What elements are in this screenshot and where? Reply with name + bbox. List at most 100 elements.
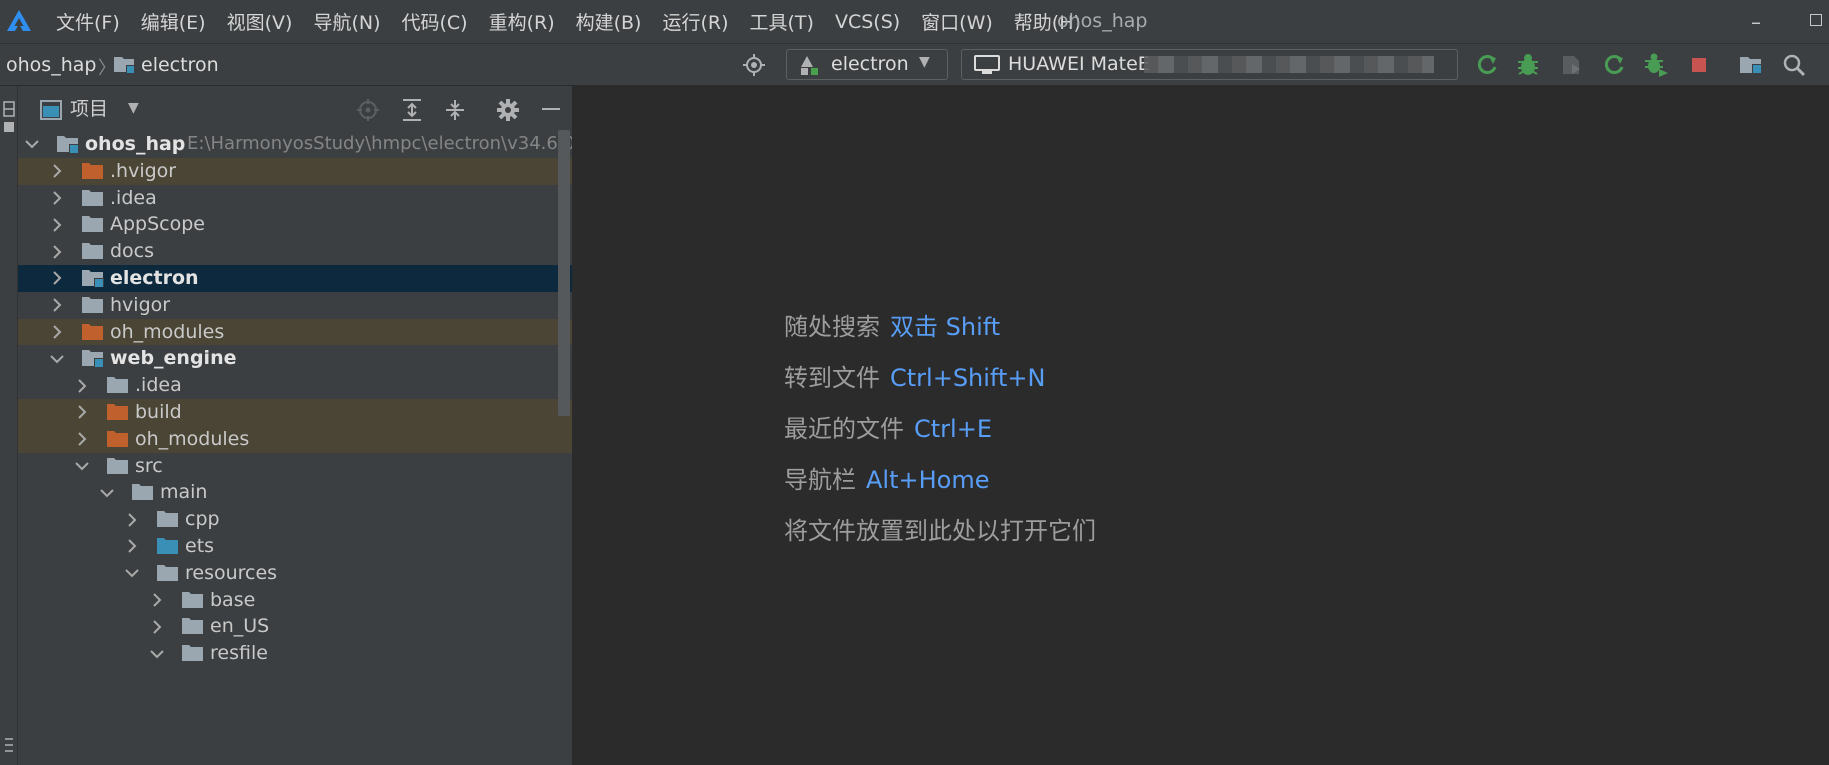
menu-item[interactable]: VCS(S) bbox=[835, 11, 900, 33]
rerun-icon[interactable] bbox=[1474, 52, 1500, 78]
tree-item-docs[interactable]: docs bbox=[18, 238, 572, 265]
tree-item-path: E:\HarmonyosStudy\hmpc\electron\v34.6.0-… bbox=[187, 133, 573, 154]
menu-item[interactable]: 构建(B) bbox=[576, 8, 642, 35]
chevron-down-icon[interactable] bbox=[124, 560, 140, 587]
attach-debugger-icon[interactable] bbox=[1643, 52, 1669, 78]
stop-icon[interactable] bbox=[1686, 52, 1712, 78]
tree-item-label: .idea bbox=[135, 374, 182, 397]
editor-hint: 最近的文件 Ctrl+E bbox=[784, 409, 992, 444]
chevron-down-icon[interactable] bbox=[99, 479, 115, 506]
chevron-down-icon[interactable] bbox=[149, 640, 165, 667]
tree-item-electron[interactable]: electron bbox=[18, 265, 572, 292]
chevron-right-icon[interactable] bbox=[124, 533, 140, 560]
debug-icon[interactable] bbox=[1515, 52, 1541, 78]
structure-tool-window-icon[interactable] bbox=[2, 736, 16, 762]
chevron-right-icon[interactable] bbox=[149, 587, 165, 614]
tree-item-resfile[interactable]: resfile bbox=[18, 640, 572, 667]
menu-item[interactable]: 重构(R) bbox=[489, 8, 555, 35]
tree-item-ohos-hap[interactable]: ohos_hap E:\HarmonyosStudy\hmpc\electron\… bbox=[18, 131, 573, 158]
folder-icon bbox=[181, 644, 204, 662]
menu-item[interactable]: 导航(N) bbox=[313, 8, 380, 35]
tree-item-hvigor[interactable]: hvigor bbox=[18, 292, 572, 319]
tree-item-label: hvigor bbox=[110, 293, 171, 316]
tree-item-base[interactable]: base bbox=[18, 587, 572, 614]
tree-item-label: ets bbox=[185, 535, 215, 557]
tree-item-cpp[interactable]: cpp bbox=[18, 506, 572, 533]
editor-hint: 随处搜索 双击 Shift bbox=[784, 307, 1000, 342]
source-folder-icon bbox=[156, 537, 179, 555]
device-select[interactable]: HUAWEI MateE bbox=[961, 49, 1458, 80]
project-tree: ohos_hap E:\HarmonyosStudy\hmpc\electron\… bbox=[18, 131, 573, 765]
chevron-down-icon[interactable] bbox=[24, 131, 40, 158]
run-config-select[interactable]: electron ▼ bbox=[786, 49, 948, 80]
select-opened-file-icon[interactable] bbox=[356, 98, 380, 122]
project-structure-icon[interactable] bbox=[1738, 52, 1764, 78]
restore-icon[interactable] bbox=[1810, 14, 1822, 26]
tree-item-main[interactable]: main bbox=[18, 479, 572, 506]
menu-item[interactable]: 代码(C) bbox=[401, 8, 467, 35]
chevron-right-icon[interactable] bbox=[49, 319, 65, 346]
view-dropdown-icon[interactable]: ▼ bbox=[128, 100, 139, 116]
chevron-right-icon[interactable] bbox=[74, 372, 90, 399]
tree-item-appscope[interactable]: AppScope bbox=[18, 211, 572, 238]
hide-panel-icon[interactable] bbox=[542, 108, 560, 110]
editor-empty-area[interactable]: 随处搜索 双击 Shift 转到文件 Ctrl+Shift+N 最近的文件 Ctrl+E 导… bbox=[573, 86, 1829, 765]
tree-item-label: electron bbox=[110, 267, 199, 289]
profile-icon[interactable] bbox=[1558, 52, 1584, 78]
menu-item[interactable]: 工具(T) bbox=[750, 8, 814, 35]
project-view-title[interactable]: 项目 bbox=[70, 86, 108, 133]
tree-item-build[interactable]: build bbox=[18, 399, 572, 426]
menu-item[interactable]: 文件(F) bbox=[56, 8, 120, 35]
chevron-right-icon[interactable] bbox=[49, 238, 65, 265]
menu-item[interactable]: 运行(R) bbox=[662, 8, 728, 35]
tree-item-idea[interactable]: .idea bbox=[18, 185, 572, 212]
tree-item-label: oh_modules bbox=[110, 320, 225, 343]
menu-item[interactable]: 窗口(W) bbox=[921, 8, 993, 35]
search-icon[interactable] bbox=[1781, 52, 1807, 78]
tree-item-label: .idea bbox=[110, 186, 157, 209]
chevron-right-icon[interactable] bbox=[124, 506, 140, 533]
excluded-folder-icon bbox=[106, 403, 129, 421]
gear-icon[interactable] bbox=[496, 98, 520, 122]
expand-all-icon[interactable] bbox=[400, 98, 424, 122]
excluded-folder-icon bbox=[81, 323, 104, 341]
menu-item[interactable]: 视图(V) bbox=[227, 8, 293, 35]
chevron-right-icon[interactable] bbox=[49, 185, 65, 212]
tree-item-src[interactable]: src bbox=[18, 453, 572, 480]
run-config-label: electron bbox=[831, 53, 909, 75]
tree-item-en-us[interactable]: en_US bbox=[18, 613, 572, 640]
tree-item-ets[interactable]: ets bbox=[18, 533, 572, 560]
locate-icon[interactable] bbox=[743, 54, 765, 76]
apply-changes-icon[interactable] bbox=[1601, 52, 1627, 78]
app-logo-icon[interactable] bbox=[6, 9, 32, 33]
chevron-down-icon[interactable] bbox=[49, 345, 65, 372]
chevron-right-icon[interactable] bbox=[74, 426, 90, 453]
tree-item-oh-modules[interactable]: oh_modules bbox=[18, 318, 572, 346]
breadcrumb-module[interactable]: electron bbox=[141, 44, 219, 86]
folder-icon bbox=[81, 296, 104, 314]
navigation-toolbar: ohos_hap 〉 electron electron ▼ HUAWEI Ma… bbox=[0, 43, 1829, 86]
hint-shortcut: Alt+Home bbox=[866, 466, 990, 494]
breadcrumb-project[interactable]: ohos_hap bbox=[6, 44, 96, 86]
menu-item[interactable]: 编辑(E) bbox=[141, 8, 206, 35]
folder-icon bbox=[156, 510, 179, 528]
tree-item-oh-modules[interactable]: oh_modules bbox=[18, 425, 572, 453]
module-folder-icon bbox=[81, 349, 104, 368]
chevron-right-icon[interactable] bbox=[74, 399, 90, 426]
tree-item-resources[interactable]: resources bbox=[18, 560, 572, 587]
tree-item-idea[interactable]: .idea bbox=[18, 372, 572, 399]
folder-icon bbox=[131, 483, 154, 501]
chevron-down-icon[interactable] bbox=[74, 453, 90, 480]
chevron-right-icon[interactable] bbox=[49, 158, 65, 185]
project-tool-window-icon[interactable] bbox=[2, 100, 16, 134]
chevron-right-icon[interactable] bbox=[49, 265, 65, 292]
folder-icon bbox=[81, 189, 104, 207]
tree-item-hvigor[interactable]: .hvigor bbox=[18, 157, 572, 185]
collapse-all-icon[interactable] bbox=[443, 98, 467, 122]
tree-scrollbar[interactable] bbox=[558, 130, 570, 416]
chevron-right-icon[interactable] bbox=[49, 211, 65, 238]
tree-item-web-engine[interactable]: web_engine bbox=[18, 345, 572, 372]
minimize-icon[interactable]: – bbox=[1751, 10, 1761, 34]
chevron-right-icon[interactable] bbox=[149, 613, 165, 640]
chevron-right-icon[interactable] bbox=[49, 292, 65, 319]
